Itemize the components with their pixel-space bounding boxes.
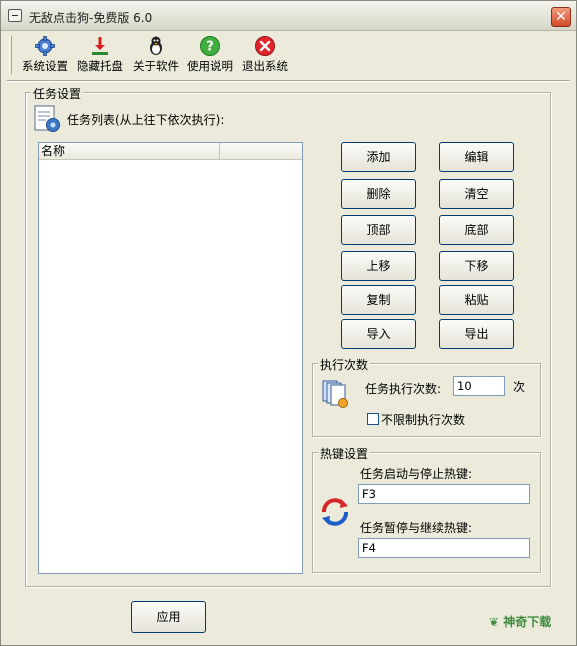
task-list-header: 名称 bbox=[39, 143, 302, 160]
unlimited-exec-label: 不限制执行次数 bbox=[381, 413, 466, 427]
move-top-button[interactable]: 顶部 bbox=[341, 215, 416, 245]
tray-down-icon bbox=[92, 37, 108, 55]
exec-count-unit: 次 bbox=[513, 380, 526, 394]
exit-icon bbox=[255, 36, 275, 56]
task-settings-title: 任务设置 bbox=[31, 85, 84, 102]
main-window: 无敌点击狗-免费版 6.0 ✕ 系统设置 隐藏托盘 关于软件 ? 使用说明 退出… bbox=[0, 0, 577, 646]
add-button[interactable]: 添加 bbox=[341, 142, 416, 172]
help-icon: ? bbox=[200, 36, 220, 56]
toolbar-grip bbox=[9, 36, 12, 74]
toolbar-divider bbox=[7, 80, 570, 82]
exec-count-label: 任务执行次数: bbox=[365, 382, 442, 396]
delete-button[interactable]: 删除 bbox=[341, 179, 416, 209]
task-list-icon bbox=[34, 105, 60, 132]
svg-text:?: ? bbox=[206, 40, 214, 55]
penguin-icon bbox=[150, 36, 162, 55]
move-bottom-button[interactable]: 底部 bbox=[439, 215, 514, 245]
refresh-arrows-icon bbox=[322, 498, 348, 526]
move-up-button[interactable]: 上移 bbox=[341, 251, 416, 281]
move-down-button[interactable]: 下移 bbox=[439, 251, 514, 281]
watermark-text: ❦ 神奇下载 bbox=[489, 615, 552, 629]
close-button[interactable]: ✕ bbox=[551, 7, 571, 27]
hotkey-title: 热键设置 bbox=[318, 445, 371, 462]
exec-count-input[interactable]: 10 bbox=[453, 376, 505, 396]
toolbar-help-button[interactable]: ? 使用说明 bbox=[184, 33, 236, 77]
paste-button[interactable]: 粘贴 bbox=[439, 285, 514, 315]
import-button[interactable]: 导入 bbox=[341, 319, 416, 349]
leaf-logo-icon: ❦ bbox=[489, 615, 500, 629]
clear-button[interactable]: 清空 bbox=[439, 179, 514, 209]
edit-button[interactable]: 编辑 bbox=[439, 142, 514, 172]
exec-count-title: 执行次数 bbox=[318, 356, 371, 373]
toolbar: 系统设置 隐藏托盘 关于软件 ? 使用说明 退出系统 bbox=[9, 31, 570, 79]
toolbar-about-button[interactable]: 关于软件 bbox=[129, 33, 183, 77]
toolbar-system-settings-button[interactable]: 系统设置 bbox=[19, 33, 71, 77]
toolbar-hide-tray-button[interactable]: 隐藏托盘 bbox=[73, 33, 127, 77]
repeat-files-icon bbox=[322, 380, 348, 408]
title-bar[interactable]: 无敌点击狗-免费版 6.0 ✕ bbox=[1, 1, 576, 31]
task-list[interactable]: 名称 bbox=[38, 142, 303, 574]
column-header-name[interactable]: 名称 bbox=[39, 143, 220, 160]
start-stop-hotkey-label: 任务启动与停止热键: bbox=[360, 467, 473, 481]
window-title: 无敌点击狗-免费版 6.0 bbox=[29, 11, 153, 25]
unlimited-exec-checkbox[interactable] bbox=[367, 413, 379, 425]
pause-resume-hotkey-label: 任务暂停与继续热键: bbox=[360, 521, 473, 535]
gear-icon bbox=[35, 36, 55, 56]
toolbar-exit-button[interactable]: 退出系统 bbox=[238, 33, 292, 77]
task-list-caption: 任务列表(从上往下依次执行): bbox=[67, 113, 225, 127]
start-stop-hotkey-input[interactable]: F3 bbox=[358, 484, 530, 504]
copy-button[interactable]: 复制 bbox=[341, 285, 416, 315]
export-button[interactable]: 导出 bbox=[439, 319, 514, 349]
system-menu-icon[interactable] bbox=[8, 9, 22, 22]
apply-button[interactable]: 应用 bbox=[131, 601, 206, 633]
pause-resume-hotkey-input[interactable]: F4 bbox=[358, 538, 530, 558]
